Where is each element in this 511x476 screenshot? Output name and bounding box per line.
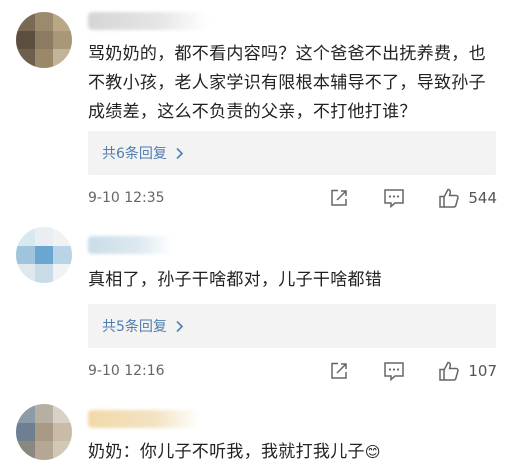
avatar-pixel: [53, 404, 72, 423]
username-blurred[interactable]: [88, 12, 208, 30]
comment-icon[interactable]: [383, 360, 405, 382]
avatar-pixel: [34, 227, 54, 246]
comment-text-body: 奶奶：你儿子不听我，我就打我儿子: [88, 442, 365, 462]
comment-icon[interactable]: [383, 187, 405, 209]
avatar-pixel: [16, 441, 35, 460]
avatar-pixel: [16, 12, 35, 31]
username-blurred[interactable]: [88, 236, 172, 254]
replies-expander[interactable]: 共5条回复: [88, 304, 496, 348]
avatar-pixel: [53, 12, 72, 31]
avatar-pixel: [34, 404, 54, 423]
replies-count-label: 共6条回复: [102, 146, 167, 162]
replies-count-label: 共5条回复: [102, 319, 167, 335]
chevron-right-icon: [175, 320, 184, 333]
username-blurred[interactable]: [88, 410, 200, 428]
comment-text: 奶奶：你儿子不听我，我就打我儿子😊: [88, 438, 497, 467]
chevron-right-icon: [175, 147, 184, 160]
avatar-pixel: [34, 264, 54, 283]
comment-time: 9-10 12:16: [88, 363, 165, 379]
avatar-pixel: [16, 404, 35, 423]
avatar-pixel: [53, 30, 72, 50]
share-icon[interactable]: [328, 187, 350, 209]
avatar-pixel: [53, 227, 72, 246]
smile-emoji: 😊: [364, 443, 381, 461]
comment-text: 真相了，孙子干啥都对，儿子干啥都错: [88, 270, 383, 290]
like-icon[interactable]: [438, 360, 460, 382]
avatar-pixel: [16, 264, 35, 283]
avatar-pixel: [16, 30, 35, 50]
avatar-pixel: [34, 30, 54, 50]
avatar[interactable]: [16, 404, 72, 460]
avatar-pixel: [53, 245, 72, 265]
avatar-pixel: [34, 12, 54, 31]
avatar-pixel: [53, 49, 72, 68]
like-icon[interactable]: [438, 187, 460, 209]
avatar-pixel: [34, 441, 54, 460]
comment-meta: 9-10 12:16 107: [88, 359, 497, 383]
avatar-pixel: [16, 245, 35, 265]
avatar-pixel: [34, 422, 54, 442]
avatar-pixel: [16, 49, 35, 68]
avatar-pixel: [53, 422, 72, 442]
comment-meta: 9-10 12:35 544: [88, 186, 497, 210]
share-icon[interactable]: [328, 360, 350, 382]
like-count: 544: [468, 189, 497, 207]
avatar-pixel: [53, 441, 72, 460]
avatar[interactable]: [16, 12, 72, 68]
avatar-pixel: [34, 49, 54, 68]
comment-time: 9-10 12:35: [88, 190, 165, 206]
avatar-pixel: [53, 264, 72, 283]
avatar-pixel: [34, 245, 54, 265]
like-count: 107: [468, 362, 497, 380]
replies-expander[interactable]: 共6条回复: [88, 131, 496, 175]
comment-text: 骂奶奶的，都不看内容吗？这个爸爸不出抚养费，也不教小孩，老人家学识有限根本辅导不…: [88, 44, 486, 122]
avatar[interactable]: [16, 227, 72, 283]
avatar-pixel: [16, 422, 35, 442]
avatar-pixel: [16, 227, 35, 246]
